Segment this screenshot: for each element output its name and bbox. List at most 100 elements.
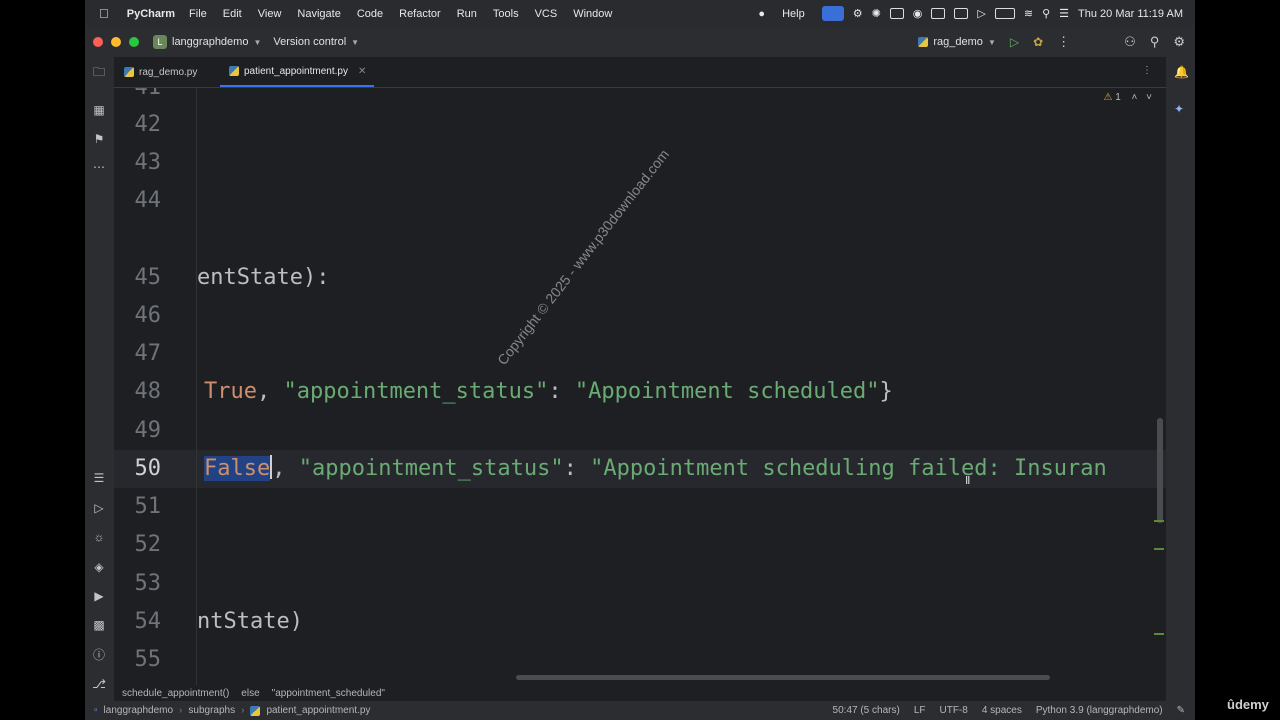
copyright-watermark: Copyright © 2025 - www.p30download.com <box>494 146 673 368</box>
vertical-scrollbar[interactable] <box>1157 418 1163 523</box>
apple-icon[interactable]:  <box>85 6 119 21</box>
run-config-name: rag_demo <box>933 36 983 48</box>
menu-view[interactable]: View <box>250 8 290 20</box>
problems-icon[interactable]: ⓘ <box>92 648 106 662</box>
indent-setting[interactable]: 4 spaces <box>982 705 1022 716</box>
window-icon[interactable] <box>954 8 969 19</box>
code-string: "Appointment scheduling failed: Insuran <box>590 456 1107 481</box>
zoom-window-button[interactable] <box>129 37 139 47</box>
menu-window[interactable]: Window <box>565 8 620 20</box>
camera-icon[interactable] <box>889 8 904 19</box>
code-editor[interactable]: 41 42 43 44 45 46 47 48 49 50 51 52 53 5… <box>114 88 1166 685</box>
eye-icon[interactable]: ◉ <box>913 7 923 20</box>
menu-refactor[interactable]: Refactor <box>391 8 449 20</box>
tab-more-icon[interactable]: ⋮ <box>1142 65 1152 76</box>
code-line-54: ntState) <box>197 607 303 637</box>
tab-patient-appointment[interactable]: patient_appointment.py ✕ <box>220 57 374 87</box>
menu-app-name[interactable]: PyCharm <box>119 8 181 20</box>
menu-vcs[interactable]: VCS <box>527 8 566 20</box>
project-badge: L <box>153 35 167 49</box>
python-interpreter[interactable]: Python 3.9 (langgraphdemo) <box>1036 705 1163 716</box>
screen-share-icon[interactable] <box>821 6 844 21</box>
structure-icon[interactable]: ▦ <box>92 103 106 117</box>
breadcrumb-item[interactable]: schedule_appointment() <box>122 688 229 699</box>
python-icon <box>229 66 239 76</box>
close-tab-icon[interactable]: ✕ <box>358 66 366 77</box>
line-separator[interactable]: LF <box>914 705 926 716</box>
ai-assistant-status-icon[interactable]: ● <box>758 8 765 20</box>
code-punct: , <box>272 456 299 481</box>
ai-assistant-icon[interactable]: ✦ <box>1174 102 1184 116</box>
run-config-selector[interactable]: rag_demo ▼ <box>918 36 996 48</box>
display-icon[interactable] <box>931 8 946 19</box>
bookmark-icon[interactable]: ⚑ <box>92 132 106 146</box>
horizontal-scrollbar[interactable] <box>516 675 1050 680</box>
menu-edit[interactable]: Edit <box>215 8 250 20</box>
status-bar: ▫ langgraphdemo › subgraphs › patient_ap… <box>85 701 1195 720</box>
line-number: 51 <box>134 494 162 519</box>
lock-icon[interactable]: ✎ <box>1177 705 1185 716</box>
project-folder-icon[interactable]: 🗀 <box>92 65 106 79</box>
play-circle-icon[interactable]: ▷ <box>977 7 985 20</box>
change-marker <box>1154 633 1164 635</box>
layers-icon[interactable]: ◈ <box>92 560 106 574</box>
tab-rag-demo[interactable]: rag_demo.py <box>124 57 197 87</box>
settings-gear-icon[interactable]: ⚙ <box>1173 34 1185 50</box>
more-actions-icon[interactable]: ⋮ <box>1057 34 1070 50</box>
python-packages-icon[interactable]: ☼ <box>92 530 106 544</box>
menu-navigate[interactable]: Navigate <box>289 8 348 20</box>
breadcrumb-item[interactable]: "appointment_scheduled" <box>272 688 385 699</box>
cursor-position[interactable]: 50:47 (5 chars) <box>833 705 900 716</box>
module-icon: ▫ <box>94 705 98 716</box>
terminal-icon[interactable]: ▩ <box>92 618 106 632</box>
line-number: 48 <box>134 379 162 404</box>
services-icon[interactable]: ▶ <box>92 589 106 603</box>
control-center-icon[interactable]: ☰ <box>1059 7 1069 20</box>
todo-list-icon[interactable]: ☰ <box>92 471 106 485</box>
inspection-widget[interactable]: ⚠ 1 ˄ ˅ <box>1103 92 1152 103</box>
menu-help[interactable]: Help <box>774 8 813 20</box>
chevron-down-icon[interactable]: ˅ <box>1146 92 1152 103</box>
gear-status-icon[interactable]: ⚙ <box>853 7 863 20</box>
mouse-cursor-icon: Ⅱ <box>965 475 971 487</box>
wifi-icon[interactable]: ≋ <box>1024 7 1033 20</box>
title-bar: L langgraphdemo ▼ Version control ▼ rag_… <box>85 27 1195 57</box>
menu-code[interactable]: Code <box>349 8 391 20</box>
openai-icon[interactable]: ✺ <box>872 7 881 20</box>
status-path-item[interactable]: patient_appointment.py <box>266 705 370 716</box>
line-number: 52 <box>134 532 162 557</box>
project-selector[interactable]: L langgraphdemo ▼ <box>153 35 261 49</box>
udemy-logo: ûdemy <box>1227 697 1269 712</box>
more-tools-icon[interactable]: ⋯ <box>92 160 106 174</box>
close-window-button[interactable] <box>93 37 103 47</box>
code-keyword: True <box>204 379 257 404</box>
run-icon[interactable]: ▷ <box>1010 35 1019 49</box>
code-line-50: False, "appointment_status": "Appointmen… <box>204 454 1107 484</box>
notifications-bell-icon[interactable]: 🔔 <box>1174 65 1189 79</box>
debug-icon[interactable]: ✿ <box>1033 35 1043 49</box>
vcs-selector[interactable]: Version control ▼ <box>273 36 359 48</box>
search-everywhere-icon[interactable]: ⚲ <box>1150 34 1160 50</box>
line-number: 43 <box>134 150 162 175</box>
status-path: ▫ langgraphdemo › subgraphs › patient_ap… <box>91 705 373 716</box>
menu-tools[interactable]: Tools <box>485 8 527 20</box>
battery-icon[interactable] <box>994 8 1015 19</box>
file-encoding[interactable]: UTF-8 <box>939 705 967 716</box>
menu-run[interactable]: Run <box>449 8 485 20</box>
breadcrumb-item[interactable]: else <box>241 688 259 699</box>
search-icon[interactable]: ⚲ <box>1042 7 1050 20</box>
status-path-item[interactable]: subgraphs <box>188 705 235 716</box>
code-text: ntState) <box>197 609 303 634</box>
git-icon[interactable]: ⎇ <box>92 677 106 691</box>
code-string: "Appointment scheduled" <box>574 379 880 404</box>
minimize-window-button[interactable] <box>111 37 121 47</box>
chevron-up-icon[interactable]: ˄ <box>1132 92 1138 103</box>
menu-file[interactable]: File <box>181 8 215 20</box>
run-tool-icon[interactable]: ▷ <box>92 501 106 515</box>
mac-menu-bar:  PyCharm File Edit View Navigate Code R… <box>85 0 1195 27</box>
clock[interactable]: Thu 20 Mar 11:19 AM <box>1078 8 1183 20</box>
line-number: 42 <box>134 112 162 137</box>
status-path-item[interactable]: langgraphdemo <box>104 705 174 716</box>
add-user-icon[interactable]: ⚇ <box>1124 34 1136 50</box>
line-number: 55 <box>134 647 162 672</box>
